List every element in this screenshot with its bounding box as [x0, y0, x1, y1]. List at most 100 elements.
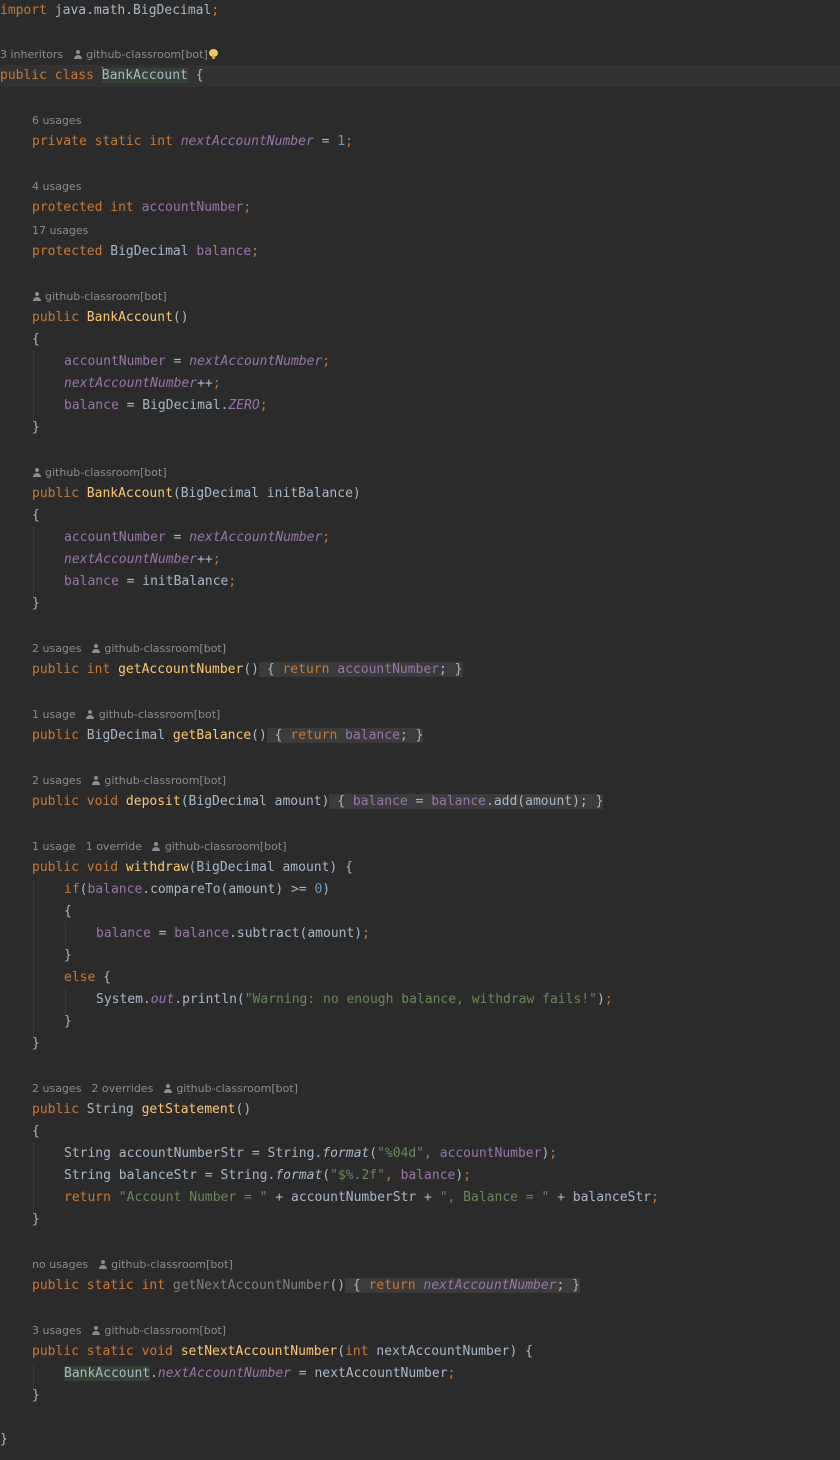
overrides-hint[interactable]: 1 override — [86, 840, 142, 853]
code-line-method-get-account-number[interactable]: public int getAccountNumber() { return a… — [0, 659, 840, 681]
code-line-statement[interactable]: System.out.println("Warning: no enough b… — [0, 989, 840, 1011]
code-line-else[interactable]: else { — [0, 967, 840, 989]
inlay-hint-method[interactable]: 3 usages github-classroom[bot] — [32, 1322, 226, 1340]
usages-hint[interactable]: no usages — [32, 1258, 88, 1271]
code-line-brace[interactable]: } — [0, 1209, 840, 1231]
inlay-hint-method[interactable]: 2 usages 2 overrides github-classroom[bot] — [32, 1080, 298, 1098]
author-hint[interactable]: github-classroom[bot] — [104, 642, 226, 655]
method-name: withdraw — [125, 860, 189, 875]
inheritors-hint[interactable]: 3 inheritors — [0, 48, 63, 61]
code-line-method-deposit[interactable]: public void deposit(BigDecimal amount) {… — [0, 791, 840, 813]
brace: { — [187, 68, 204, 83]
code-line-statement[interactable]: balance = BigDecimal.ZERO; — [0, 395, 840, 417]
code-line-constructor[interactable]: public BankAccount(BigDecimal initBalanc… — [0, 483, 840, 505]
usages-hint[interactable]: 17 usages — [32, 222, 88, 240]
usages-hint[interactable]: 2 usages — [32, 774, 81, 787]
author-hint[interactable]: github-classroom[bot] — [104, 1324, 226, 1337]
author-hint[interactable]: github-classroom[bot] — [176, 1082, 298, 1095]
person-icon — [98, 1260, 107, 1269]
code-line-statement[interactable]: String accountNumberStr = String.format(… — [0, 1143, 840, 1165]
code-editor[interactable]: import java.math.BigDecimal; 3 inheritor… — [0, 0, 840, 1460]
code-line-statement[interactable]: accountNumber = nextAccountNumber; — [0, 351, 840, 373]
string-literal: "Warning: no enough balance, withdraw fa… — [244, 992, 597, 1007]
code-line-statement[interactable]: accountNumber = nextAccountNumber; — [0, 527, 840, 549]
code-line-field-balance[interactable]: protected BigDecimal balance; — [0, 241, 840, 263]
author-hint[interactable]: github-classroom[bot] — [165, 840, 287, 853]
folded-region: { return nextAccountNumber; } — [345, 1278, 580, 1293]
inlay-hint-method[interactable]: no usages github-classroom[bot] — [32, 1256, 233, 1274]
author-hint[interactable]: github-classroom[bot] — [111, 1258, 233, 1271]
code-line-statement[interactable]: nextAccountNumber++; — [0, 549, 840, 571]
code-line-field-account-number[interactable]: protected int accountNumber; — [0, 197, 840, 219]
code-line-method-set-next-account-number[interactable]: public static void setNextAccountNumber(… — [0, 1341, 840, 1363]
person-icon — [32, 468, 41, 477]
inlay-hint-method[interactable]: 2 usages github-classroom[bot] — [32, 772, 226, 790]
person-icon — [32, 292, 41, 301]
inlay-hint-author[interactable]: github-classroom[bot] — [32, 288, 167, 306]
class-name: BankAccount — [101, 68, 188, 83]
modifiers: protected int — [32, 200, 134, 215]
person-icon — [91, 1326, 100, 1335]
keyword: public — [0, 68, 47, 83]
code-line-method-get-next-account-number[interactable]: public static int getNextAccountNumber()… — [0, 1275, 840, 1297]
keyword: class — [54, 68, 94, 83]
usages-hint[interactable]: 6 usages — [32, 112, 81, 130]
inlay-hint-method[interactable]: 2 usages github-classroom[bot] — [32, 640, 226, 658]
folded-region: { return accountNumber; } — [259, 662, 463, 677]
method-name: setNextAccountNumber — [180, 1344, 338, 1359]
code-line-class-close[interactable]: } — [0, 1429, 840, 1451]
code-line-brace[interactable]: { — [0, 329, 840, 351]
code-line-brace[interactable]: } — [0, 945, 840, 967]
code-line-import[interactable]: import java.math.BigDecimal; — [0, 0, 840, 22]
code-line-statement[interactable]: balance = balance.subtract(amount); — [0, 923, 840, 945]
import-path: java.math.BigDecimal — [46, 3, 212, 18]
lightbulb-icon[interactable] — [208, 49, 218, 59]
code-line-brace[interactable]: } — [0, 1011, 840, 1033]
usages-hint[interactable]: 1 usage — [32, 708, 76, 721]
code-line-class-declaration[interactable]: public class BankAccount { — [0, 65, 840, 87]
code-line-constructor[interactable]: public BankAccount() — [0, 307, 840, 329]
usages-hint[interactable]: 2 usages — [32, 1082, 81, 1095]
code-line-field-next-account-number[interactable]: private static int nextAccountNumber = 1… — [0, 131, 840, 153]
code-line-statement[interactable]: return "Account Number = " + accountNumb… — [0, 1187, 840, 1209]
semicolon: ; — [211, 3, 220, 18]
inlay-hint-method[interactable]: 1 usage github-classroom[bot] — [32, 706, 220, 724]
keyword: import — [0, 3, 47, 18]
author-hint[interactable]: github-classroom[bot] — [99, 708, 221, 721]
modifier: protected — [32, 244, 103, 259]
usages-hint[interactable]: 4 usages — [32, 178, 81, 196]
inlay-hint-method[interactable]: 1 usage 1 override github-classroom[bot] — [32, 838, 287, 856]
code-line-brace[interactable]: { — [0, 901, 840, 923]
usages-hint[interactable]: 2 usages — [32, 642, 81, 655]
author-hint[interactable]: github-classroom[bot] — [86, 48, 208, 61]
code-line-brace[interactable]: { — [0, 505, 840, 527]
code-line-brace[interactable]: } — [0, 417, 840, 439]
code-line-brace[interactable]: } — [0, 593, 840, 615]
person-icon — [86, 710, 95, 719]
person-icon — [91, 776, 100, 785]
code-line-statement[interactable]: String balanceStr = String.format("$%.2f… — [0, 1165, 840, 1187]
field-name: balance — [196, 244, 252, 259]
inlay-hint-class[interactable]: 3 inheritors github-classroom[bot] — [0, 46, 218, 64]
usages-hint[interactable]: 1 usage — [32, 840, 76, 853]
code-line-method-get-balance[interactable]: public BigDecimal getBalance() { return … — [0, 725, 840, 747]
code-line-if[interactable]: if(balance.compareTo(amount) >= 0) — [0, 879, 840, 901]
code-line-brace[interactable]: } — [0, 1033, 840, 1055]
code-line-brace[interactable]: } — [0, 1385, 840, 1407]
code-line-statement[interactable]: balance = initBalance; — [0, 571, 840, 593]
method-name: getNextAccountNumber — [172, 1278, 330, 1293]
method-name: deposit — [125, 794, 181, 809]
person-icon — [163, 1084, 172, 1093]
field-name: nextAccountNumber — [180, 134, 314, 149]
person-icon — [73, 50, 82, 59]
code-line-brace[interactable]: { — [0, 1121, 840, 1143]
code-line-method-withdraw[interactable]: public void withdraw(BigDecimal amount) … — [0, 857, 840, 879]
code-line-method-get-statement[interactable]: public String getStatement() — [0, 1099, 840, 1121]
code-line-statement[interactable]: nextAccountNumber++; — [0, 373, 840, 395]
code-line-statement[interactable]: BankAccount.nextAccountNumber = nextAcco… — [0, 1363, 840, 1385]
overrides-hint[interactable]: 2 overrides — [91, 1082, 153, 1095]
usages-hint[interactable]: 3 usages — [32, 1324, 81, 1337]
field-name: accountNumber — [141, 200, 244, 215]
author-hint[interactable]: github-classroom[bot] — [104, 774, 226, 787]
inlay-hint-author[interactable]: github-classroom[bot] — [32, 464, 167, 482]
